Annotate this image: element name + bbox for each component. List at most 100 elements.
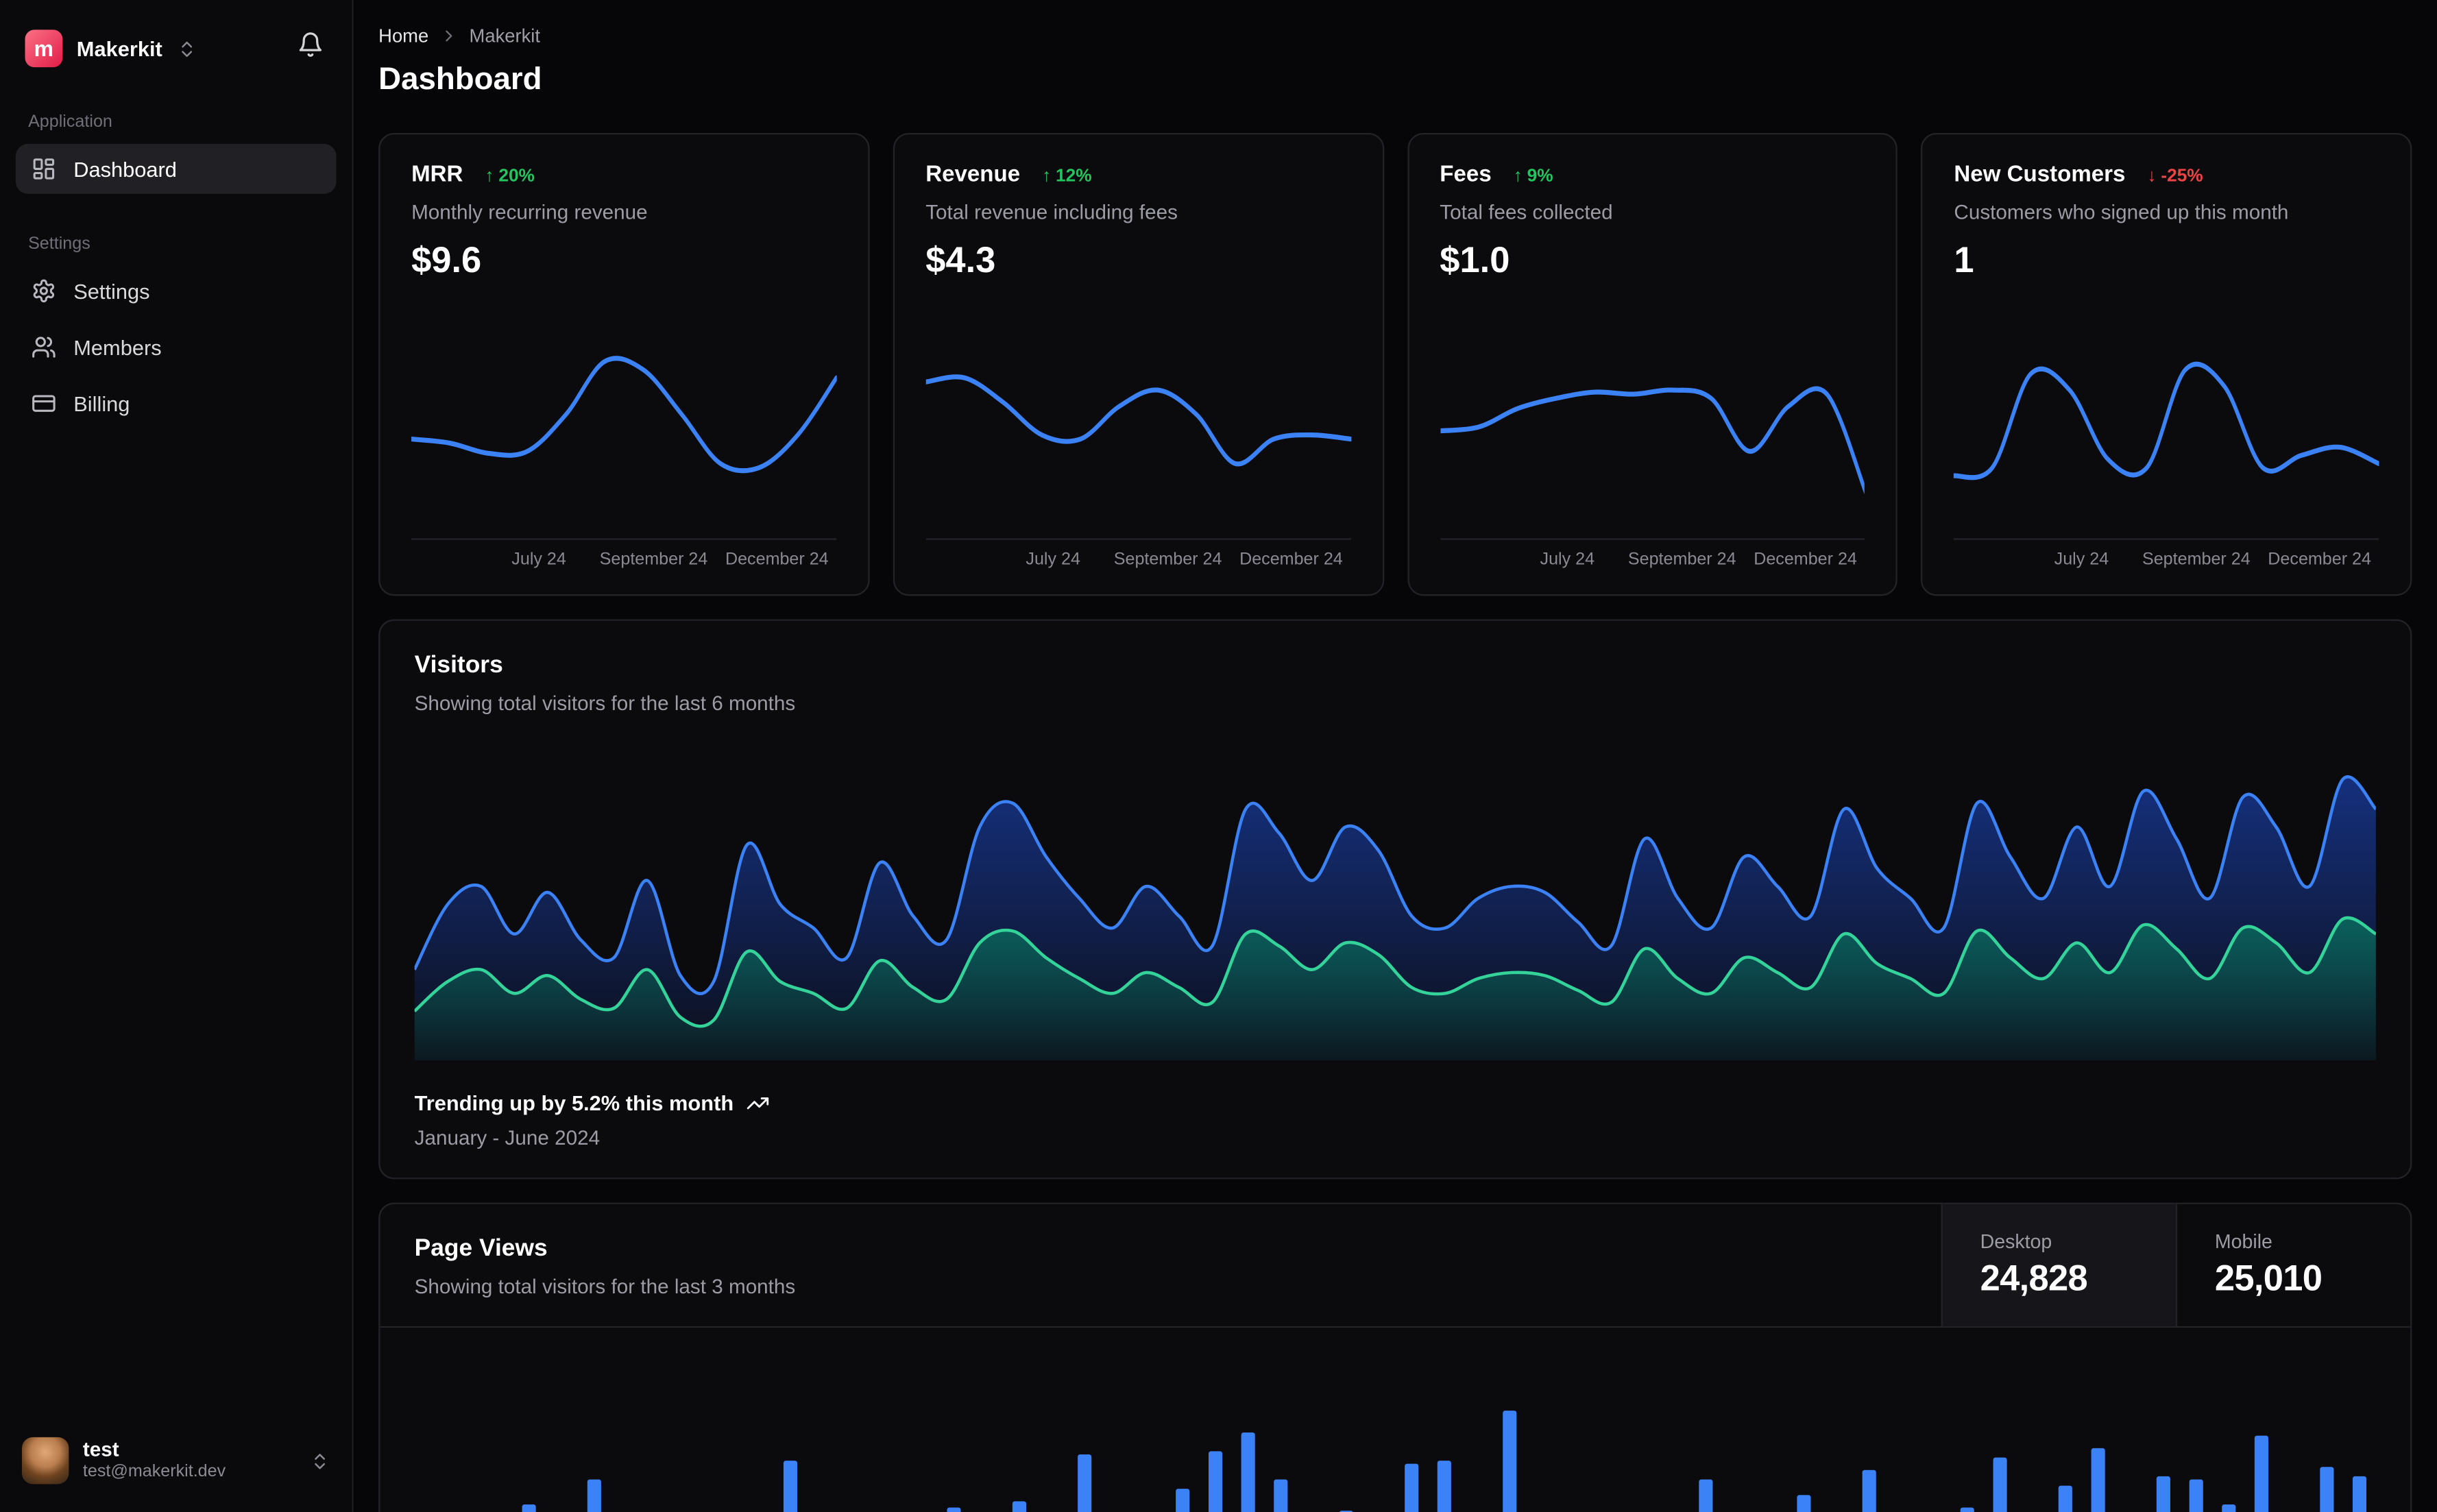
stat-subtitle: Total revenue including fees <box>925 200 1178 224</box>
chevrons-up-down-icon <box>315 1452 326 1469</box>
sidebar-item-label: Billing <box>73 391 130 415</box>
stat-card-revenue: Revenue ↑ 12% Total revenue including fee… <box>893 132 1384 596</box>
desktop-toggle[interactable]: Desktop 24,828 <box>1941 1204 2176 1326</box>
credit-card-icon <box>32 395 56 412</box>
x-axis-labels: July 24 September 24 December 24 <box>925 548 1350 576</box>
desktop-label: Desktop <box>1980 1230 2052 1253</box>
workspace-name: Makerkit <box>76 36 162 60</box>
section-label-settings: Settings <box>28 234 90 254</box>
x-axis-labels: July 24 September 24 December 24 <box>411 548 836 576</box>
stat-title: Fees <box>1440 162 1492 188</box>
sparkline-chart <box>411 300 837 541</box>
trend-badge: ↑ 12% <box>1042 167 1092 186</box>
trend-up-arrow: ↑ <box>485 167 494 186</box>
page-views-card: Page Views Showing total visitors for th… <box>378 1202 2412 1512</box>
page-views-title: Page Views <box>414 1235 548 1263</box>
x-label: December 24 <box>2268 550 2372 570</box>
workspace-header: m Makerkit <box>16 19 337 78</box>
page-views-subtitle: Showing total visitors for the last 3 mo… <box>414 1274 796 1298</box>
x-label: July 24 <box>2054 550 2109 570</box>
breadcrumb: Home Makerkit <box>378 25 2412 47</box>
user-email: test@makerkit.dev <box>82 1462 226 1482</box>
main-content: Home Makerkit Dashboard MRR ↑ 20% Monthly… <box>354 0 2437 1512</box>
desktop-value: 24,828 <box>1980 1257 2088 1298</box>
mobile-label: Mobile <box>2214 1230 2272 1253</box>
stat-value: $4.3 <box>925 239 996 280</box>
visitors-trend-text: Trending up by 5.2% this month <box>414 1091 734 1115</box>
x-label: September 24 <box>599 550 708 570</box>
trend-badge: ↑ 20% <box>485 167 535 186</box>
sidebar-item-dashboard[interactable]: Dashboard <box>15 143 337 194</box>
visitors-trend-line: Trending up by 5.2% this month <box>415 1092 2376 1115</box>
x-label: July 24 <box>1540 550 1595 570</box>
gear-icon <box>33 279 55 303</box>
chevron-right-icon <box>446 30 452 42</box>
user-name: test <box>82 1437 119 1461</box>
stat-value: $1.0 <box>1440 239 1510 280</box>
stat-card-new-customers: New Customers ↓ -25% Customers who signed… <box>1921 132 2412 596</box>
page-views-bar-chart <box>380 1328 2410 1512</box>
bell-icon <box>299 32 322 57</box>
x-axis-labels: July 24 September 24 December 24 <box>1954 548 2379 576</box>
sidebar-item-members[interactable]: Members <box>16 322 337 372</box>
stat-value: 1 <box>1954 239 1974 280</box>
sparkline-chart <box>1954 300 2379 541</box>
stat-subtitle: Total fees collected <box>1440 200 1613 224</box>
trend-badge: ↓ -25% <box>2147 167 2203 186</box>
trend-up-arrow: ↑ <box>1513 167 1523 186</box>
x-label: July 24 <box>1026 550 1080 570</box>
page-views-toggles: Desktop 24,828 Mobile 25,010 <box>1941 1204 2411 1326</box>
sparkline-chart <box>925 300 1351 541</box>
trend-badge: ↑ 9% <box>1514 167 1553 186</box>
stat-title: New Customers <box>1954 162 2126 188</box>
sidebar-item-label: Members <box>73 335 162 359</box>
x-label: December 24 <box>1239 550 1343 570</box>
trend-value: 9% <box>1527 167 1553 186</box>
mobile-value: 25,010 <box>2214 1257 2323 1298</box>
sparkline-chart <box>1440 300 1865 541</box>
visitors-date-range: January - June 2024 <box>414 1125 601 1150</box>
x-label: September 24 <box>1113 550 1222 570</box>
visitors-card: Visitors Showing total visitors for the … <box>378 619 2412 1180</box>
stat-subtitle: Customers who signed up this month <box>1954 200 2289 224</box>
sidebar-nav-settings: Settings Members Billing <box>16 266 337 435</box>
sidebar-item-label: Dashboard <box>73 157 177 181</box>
page-title: Dashboard <box>378 62 542 97</box>
workspace-selector[interactable]: m Makerkit <box>19 23 278 73</box>
x-label: December 24 <box>1754 550 1857 570</box>
breadcrumb-home[interactable]: Home <box>378 25 428 47</box>
trend-up-arrow: ↑ <box>1042 167 1052 186</box>
stat-cards-row: MRR ↑ 20% Monthly recurring revenue $9.6 … <box>378 132 2412 596</box>
sidebar: m Makerkit Application Dashboard Setting… <box>0 0 354 1512</box>
stat-card-mrr: MRR ↑ 20% Monthly recurring revenue $9.6 … <box>378 132 870 596</box>
notifications-button[interactable] <box>288 22 333 75</box>
x-label: September 24 <box>1627 550 1736 570</box>
section-label-application: Application <box>28 112 112 132</box>
x-label: December 24 <box>725 550 829 570</box>
trend-value: 20% <box>498 167 535 186</box>
user-avatar <box>21 1437 69 1485</box>
breadcrumb-current: Makerkit <box>469 25 541 47</box>
sidebar-item-billing[interactable]: Billing <box>16 378 337 428</box>
trend-value: 12% <box>1056 167 1092 186</box>
chevrons-up-down-icon <box>181 40 192 56</box>
dashboard-icon <box>33 158 55 180</box>
dashboard-app: m Makerkit Application Dashboard Setting… <box>0 0 2437 1512</box>
user-menu[interactable]: test test@makerkit.dev <box>16 1428 337 1493</box>
page-views-header: Page Views Showing total visitors for th… <box>380 1204 2411 1328</box>
workspace-logo: m <box>25 29 63 68</box>
stat-title: MRR <box>411 162 463 188</box>
trend-value: -25% <box>2161 167 2203 186</box>
stat-value: $9.6 <box>411 239 482 280</box>
mobile-toggle[interactable]: Mobile 25,010 <box>2175 1204 2410 1326</box>
stat-card-fees: Fees ↑ 9% Total fees collected $1.0 July … <box>1407 132 1898 596</box>
visitors-title: Visitors <box>414 652 503 679</box>
stat-subtitle: Monthly recurring revenue <box>411 200 648 224</box>
x-label: July 24 <box>511 550 566 570</box>
trending-up-icon <box>747 1097 769 1110</box>
sidebar-item-label: Settings <box>73 279 150 303</box>
sidebar-item-settings[interactable]: Settings <box>16 266 337 316</box>
user-meta: test test@makerkit.dev <box>83 1437 295 1484</box>
users-icon <box>32 337 56 358</box>
x-axis-labels: July 24 September 24 December 24 <box>1440 548 1865 576</box>
